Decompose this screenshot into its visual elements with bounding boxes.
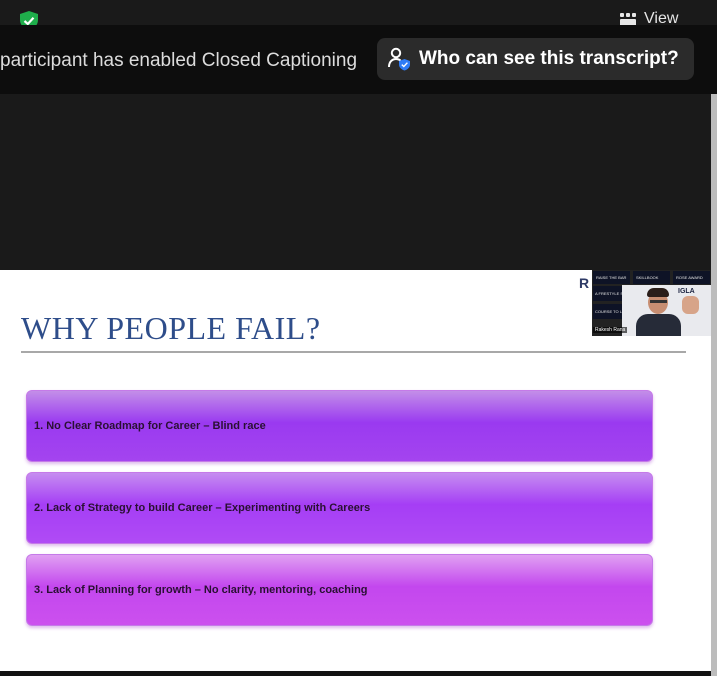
person-shield-icon	[386, 46, 412, 72]
presenter-hair	[647, 288, 669, 297]
slide-thumbnail-tile: COURSE TO LEADERSHIP	[593, 304, 645, 319]
tile-label: RAISE THE BAR	[596, 275, 627, 280]
tile-label: ROSE AWARD	[676, 275, 703, 280]
caption-text: participant has enabled Closed Captionin…	[0, 50, 358, 71]
slide-title: WHY PEOPLE FAIL?	[21, 310, 321, 346]
presenter-body	[636, 314, 681, 336]
shared-presentation-slide: WHY PEOPLE FAIL? 1. No Clear Roadmap for…	[0, 270, 711, 671]
title-divider	[21, 351, 686, 353]
grid-icon	[620, 12, 637, 26]
bottom-edge-bar	[0, 671, 711, 676]
slide-thumbnail-tile: SKILLBOOK	[633, 271, 670, 284]
slide-item-text: 2. Lack of Strategy to build Career – Ex…	[34, 502, 371, 514]
who-can-see-transcript-button[interactable]: Who can see this transcript?	[377, 38, 694, 80]
slide-thumbnail-tile: ROSE AWARD	[673, 271, 710, 284]
presenter-hand	[682, 296, 699, 314]
who-can-see-transcript-label: Who can see this transcript?	[419, 48, 679, 69]
slide-thumbnail-tile: A FRESTYLE STORY LAB	[593, 286, 643, 301]
slide-item-text: 3. Lack of Planning for growth – No clar…	[34, 584, 368, 596]
presenter-video-thumbnail[interactable]: RAISE THE BAR SKILLBOOK ROSE AWARD A FRE…	[592, 270, 711, 336]
slide-item-card: 2. Lack of Strategy to build Career – Ex…	[26, 472, 653, 544]
side-panel-edge	[711, 94, 717, 676]
slide-item-card: 1. No Clear Roadmap for Career – Blind r…	[26, 390, 653, 462]
slide-thumbnail-tile: RAISE THE BAR	[593, 271, 630, 284]
slide-logo-letter: R	[579, 275, 590, 291]
presenter-brand-text: IGLA	[678, 288, 695, 295]
closed-caption-banner: participant has enabled Closed Captionin…	[0, 25, 717, 94]
slide-item-text: 1. No Clear Roadmap for Career – Blind r…	[34, 420, 266, 432]
tile-label: SKILLBOOK	[636, 275, 659, 280]
presenter-glasses	[650, 300, 667, 303]
presenter-name-label: Rakesh Rana	[593, 327, 628, 333]
slide-item-card: 3. Lack of Planning for growth – No clar…	[26, 554, 653, 626]
meeting-top-bar: View	[0, 0, 717, 31]
